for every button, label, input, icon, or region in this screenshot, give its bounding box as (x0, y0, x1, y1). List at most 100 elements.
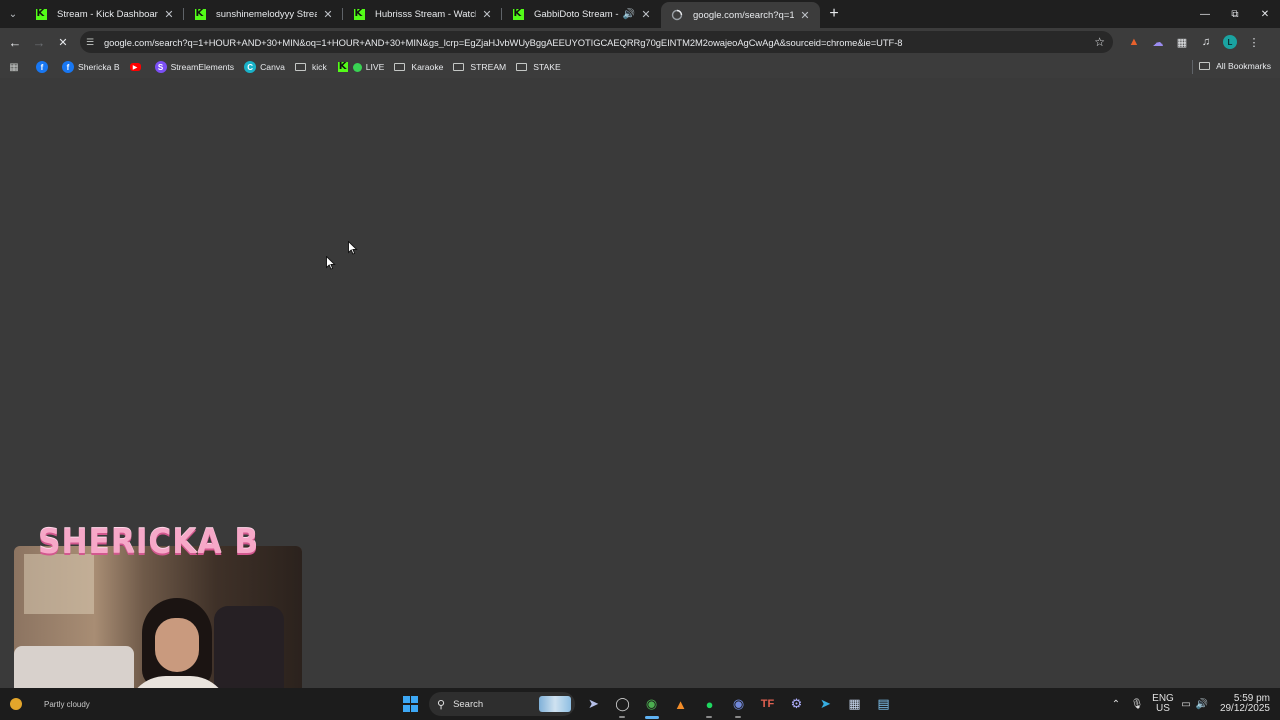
app-obs[interactable]: ◯ (608, 688, 637, 720)
bookmark-live[interactable]: LIVE (337, 61, 385, 73)
volume-icon[interactable]: 🔊 (1194, 699, 1210, 710)
app-settings[interactable]: ⚙ (782, 688, 811, 720)
calculator-icon: ▦ (848, 696, 861, 711)
tab-gabbidoto[interactable]: GabbiDoto Stream - Watch 🔊 ✕ (502, 0, 661, 28)
tab-hubrisss[interactable]: Hubrisss Stream - Watch Live o ✕ (343, 0, 502, 28)
browser-toolbar: ← → ✕ ☰ google.com/search?q=1+HOUR+AND+3… (0, 28, 1280, 56)
kick-icon (337, 61, 349, 73)
bookmark-star-icon[interactable]: ☆ (1094, 35, 1105, 49)
app-discord[interactable]: ◉ (724, 688, 753, 720)
windows-icon (402, 696, 419, 712)
taskbar-apps: ⚲ Search ➤ ◯ ◉ ▲ ● ◉ TF ⚙ ➤ ▦ ▤ (396, 688, 898, 720)
close-icon[interactable]: ✕ (480, 8, 494, 21)
bookmark-facebook[interactable]: f (36, 61, 52, 73)
language-indicator[interactable]: ENG US (1148, 694, 1178, 714)
youtube-icon: ▶ (129, 63, 141, 71)
taskbar-search[interactable]: ⚲ Search (429, 692, 575, 716)
tab-title: google.com/search?q=1+HOUR (693, 9, 794, 21)
cloud-extension-icon[interactable]: ☁ (1146, 36, 1170, 49)
clock-date: 29/12/2025 (1219, 703, 1270, 714)
weather-widget[interactable]: Partly cloudy (10, 698, 90, 710)
plus-icon: + (829, 5, 839, 22)
folder-icon (453, 63, 465, 71)
window-controls: — ⧉ ✕ (1190, 0, 1280, 28)
forward-button[interactable]: → (27, 30, 51, 54)
spotify-icon: ● (705, 696, 714, 712)
arrow-app-icon: ➤ (588, 696, 599, 711)
apps-grid-icon: ▦ (9, 61, 19, 73)
tab-sunshinemelodyyy[interactable]: sunshinemelodyyy Stream - Wa ✕ (184, 0, 343, 28)
clock[interactable]: 5:59 pm 29/12/2025 (1210, 694, 1270, 714)
folder-icon (1199, 62, 1211, 70)
app-telegram[interactable]: ➤ (811, 688, 840, 720)
media-controls-icon[interactable]: ♫ (1194, 36, 1218, 48)
close-window-button[interactable]: ✕ (1250, 0, 1280, 28)
close-icon[interactable]: ✕ (798, 9, 812, 22)
app-notepad[interactable]: ▤ (869, 688, 898, 720)
puzzle-icon[interactable]: ▦ (1170, 36, 1194, 49)
bookmarks-bar: ▦ f f Shericka B ▶ S StreamElements C Ca… (0, 56, 1280, 78)
site-settings-icon[interactable]: ☰ (86, 37, 100, 48)
bookmark-canva[interactable]: C Canva (244, 61, 285, 73)
all-bookmarks-button[interactable]: All Bookmarks (1199, 61, 1271, 71)
app-chrome[interactable]: ◉ (637, 688, 666, 720)
bookmark-folder-karaoke[interactable]: Karaoke (394, 62, 443, 72)
search-icon: ⚲ (437, 698, 446, 711)
folder-icon (516, 63, 528, 71)
tab-search-button[interactable]: ⌄ (1, 2, 25, 26)
bookmark-label: LIVE (365, 62, 385, 72)
bookmark-shericka-b[interactable]: f Shericka B (62, 61, 120, 73)
close-icon: ✕ (58, 36, 68, 49)
bookmark-folder-kick[interactable]: kick (294, 62, 327, 72)
minimize-button[interactable]: — (1190, 0, 1220, 28)
streamelements-icon: S (154, 61, 167, 73)
more-vert-icon[interactable]: ⋮ (1242, 36, 1266, 49)
fox-extension-icon[interactable]: ▲ (1122, 36, 1146, 48)
network-icon[interactable]: ▭ (1178, 699, 1194, 710)
app-vlc[interactable]: ▲ (666, 688, 695, 720)
kick-icon (194, 8, 206, 20)
app-arrow[interactable]: ➤ (579, 688, 608, 720)
bookmark-folder-stream[interactable]: STREAM (453, 62, 506, 72)
tab-kick-dashboard[interactable]: Stream - Kick Dashboard ✕ (25, 0, 184, 28)
webcam-shelf (24, 554, 94, 614)
stop-button[interactable]: ✕ (51, 30, 75, 54)
arrow-left-icon: ← (8, 34, 22, 50)
facebook-icon: f (36, 61, 48, 73)
notepad-icon: ▤ (877, 696, 890, 711)
bookmark-streamelements[interactable]: S StreamElements (154, 61, 235, 73)
apps-button[interactable]: ▦ (8, 61, 24, 73)
bookmark-youtube[interactable]: ▶ (129, 63, 145, 71)
app-tf[interactable]: TF (753, 688, 782, 720)
url-text[interactable]: google.com/search?q=1+HOUR+AND+30+MIN&oq… (104, 37, 1079, 48)
tab-title: Hubrisss Stream - Watch Live o (375, 8, 476, 20)
new-tab-button[interactable]: + (820, 5, 848, 23)
restore-button[interactable]: ⧉ (1220, 0, 1250, 28)
app-spotify[interactable]: ● (695, 688, 724, 720)
bookmark-label: STAKE (533, 62, 561, 72)
discord-icon: ◉ (732, 696, 745, 711)
chrome-icon: ◉ (645, 696, 658, 711)
close-icon[interactable]: ✕ (639, 8, 653, 21)
speaker-icon[interactable]: 🔊 (623, 9, 635, 20)
search-label: Search (453, 698, 484, 710)
app-calculator[interactable]: ▦ (840, 688, 869, 720)
tab-google-search[interactable]: google.com/search?q=1+HOUR ✕ (661, 2, 820, 28)
close-icon[interactable]: ✕ (321, 8, 335, 21)
divider (1192, 60, 1193, 74)
loading-icon (671, 9, 683, 21)
start-button[interactable] (396, 688, 425, 720)
gear-icon: ⚙ (790, 696, 803, 711)
weather-text: Partly cloudy (44, 699, 90, 709)
microphone-icon[interactable]: 🎙 (1126, 699, 1148, 710)
weather-icon (10, 698, 22, 710)
bookmark-folder-stake[interactable]: STAKE (516, 62, 561, 72)
chevron-up-icon[interactable]: ⌃ (1106, 699, 1126, 710)
close-icon[interactable]: ✕ (162, 8, 176, 21)
address-bar[interactable]: ☰ google.com/search?q=1+HOUR+AND+30+MIN&… (80, 31, 1113, 53)
back-button[interactable]: ← (3, 30, 27, 54)
kick-icon (353, 8, 365, 20)
avatar[interactable]: L (1223, 35, 1237, 49)
bookmark-label: Karaoke (411, 62, 444, 72)
bookmark-label: StreamElements (170, 62, 235, 72)
